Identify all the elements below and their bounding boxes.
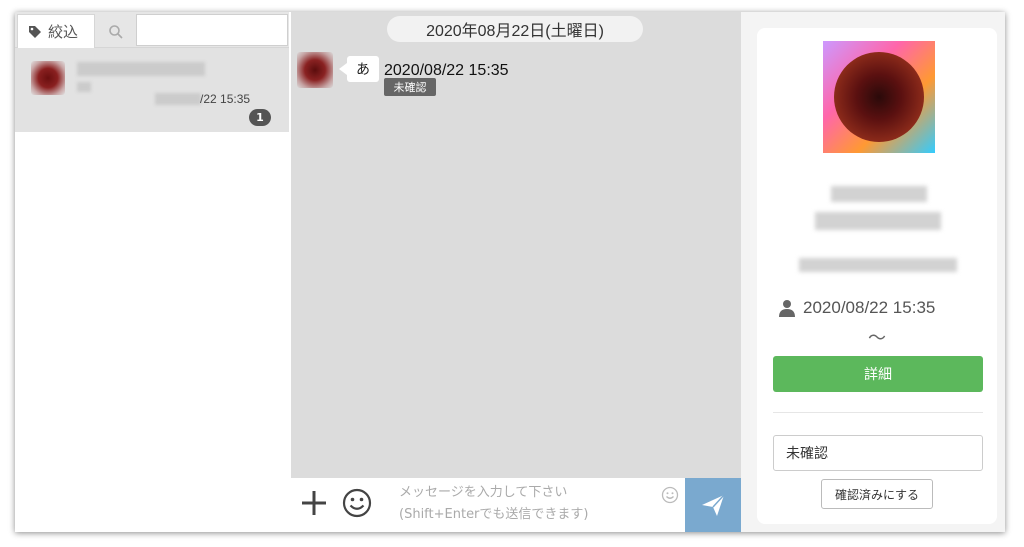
emoji-icon[interactable] xyxy=(341,487,373,519)
send-button[interactable] xyxy=(685,478,741,532)
profile-name-redacted-2 xyxy=(815,212,941,230)
message-status-label: 未確認 xyxy=(384,78,436,96)
emoji-picker-icon[interactable] xyxy=(661,486,679,504)
paper-plane-icon xyxy=(702,494,725,516)
contact-name-redacted xyxy=(77,62,205,76)
tag-icon xyxy=(29,25,41,38)
app-window: 絞込 /22 15:35 1 2020年08月22日(土曜日) あ 2020/0… xyxy=(15,12,1005,532)
message-input-placeholder: メッセージを入力して下さい (Shift+Enterでも送信できます) xyxy=(399,485,589,522)
unread-badge: 1 xyxy=(249,109,271,126)
filter-label: 絞込 xyxy=(48,23,79,41)
conversation-sidebar: 絞込 /22 15:35 1 xyxy=(15,12,289,532)
divider xyxy=(773,412,983,413)
profile-subtitle-redacted xyxy=(799,258,957,272)
search-icon xyxy=(109,25,123,39)
filter-bar: 絞込 xyxy=(15,12,289,48)
conversation-list-item[interactable]: /22 15:35 1 xyxy=(15,48,289,132)
profile-panel: 2020/08/22 15:35 〜 詳細 未確認 確認済みにする xyxy=(741,12,1005,532)
filter-tab[interactable]: 絞込 xyxy=(17,14,95,48)
profile-name-redacted xyxy=(831,186,927,202)
avatar xyxy=(31,61,65,95)
message-composer: メッセージを入力して下さい (Shift+Enterでも送信できます) xyxy=(291,478,741,532)
detail-button[interactable]: 詳細 xyxy=(773,356,983,392)
user-icon xyxy=(779,300,795,317)
plus-icon[interactable] xyxy=(299,488,329,518)
message-avatar[interactable] xyxy=(297,52,333,88)
period-separator: 〜 xyxy=(868,328,886,349)
friend-since: 2020/08/22 15:35 xyxy=(803,298,936,317)
profile-picture xyxy=(823,41,935,153)
bubble-tail xyxy=(339,63,347,75)
conversation-time: /22 15:35 xyxy=(200,92,251,106)
message-preview-redacted xyxy=(77,82,91,92)
mark-confirmed-button[interactable]: 確認済みにする xyxy=(821,479,933,509)
search-tab[interactable] xyxy=(97,16,135,48)
date-redacted xyxy=(155,93,201,105)
profile-card: 2020/08/22 15:35 〜 詳細 未確認 確認済みにする xyxy=(757,28,997,524)
chat-panel: 2020年08月22日(土曜日) あ 2020/08/22 15:35 未確認 … xyxy=(291,12,741,532)
search-input[interactable] xyxy=(136,14,288,46)
date-divider: 2020年08月22日(土曜日) xyxy=(387,16,643,42)
message-bubble: あ xyxy=(347,56,379,82)
message-input[interactable]: メッセージを入力して下さい (Shift+Enterでも送信できます) xyxy=(385,482,683,528)
status-field[interactable]: 未確認 xyxy=(773,435,983,471)
